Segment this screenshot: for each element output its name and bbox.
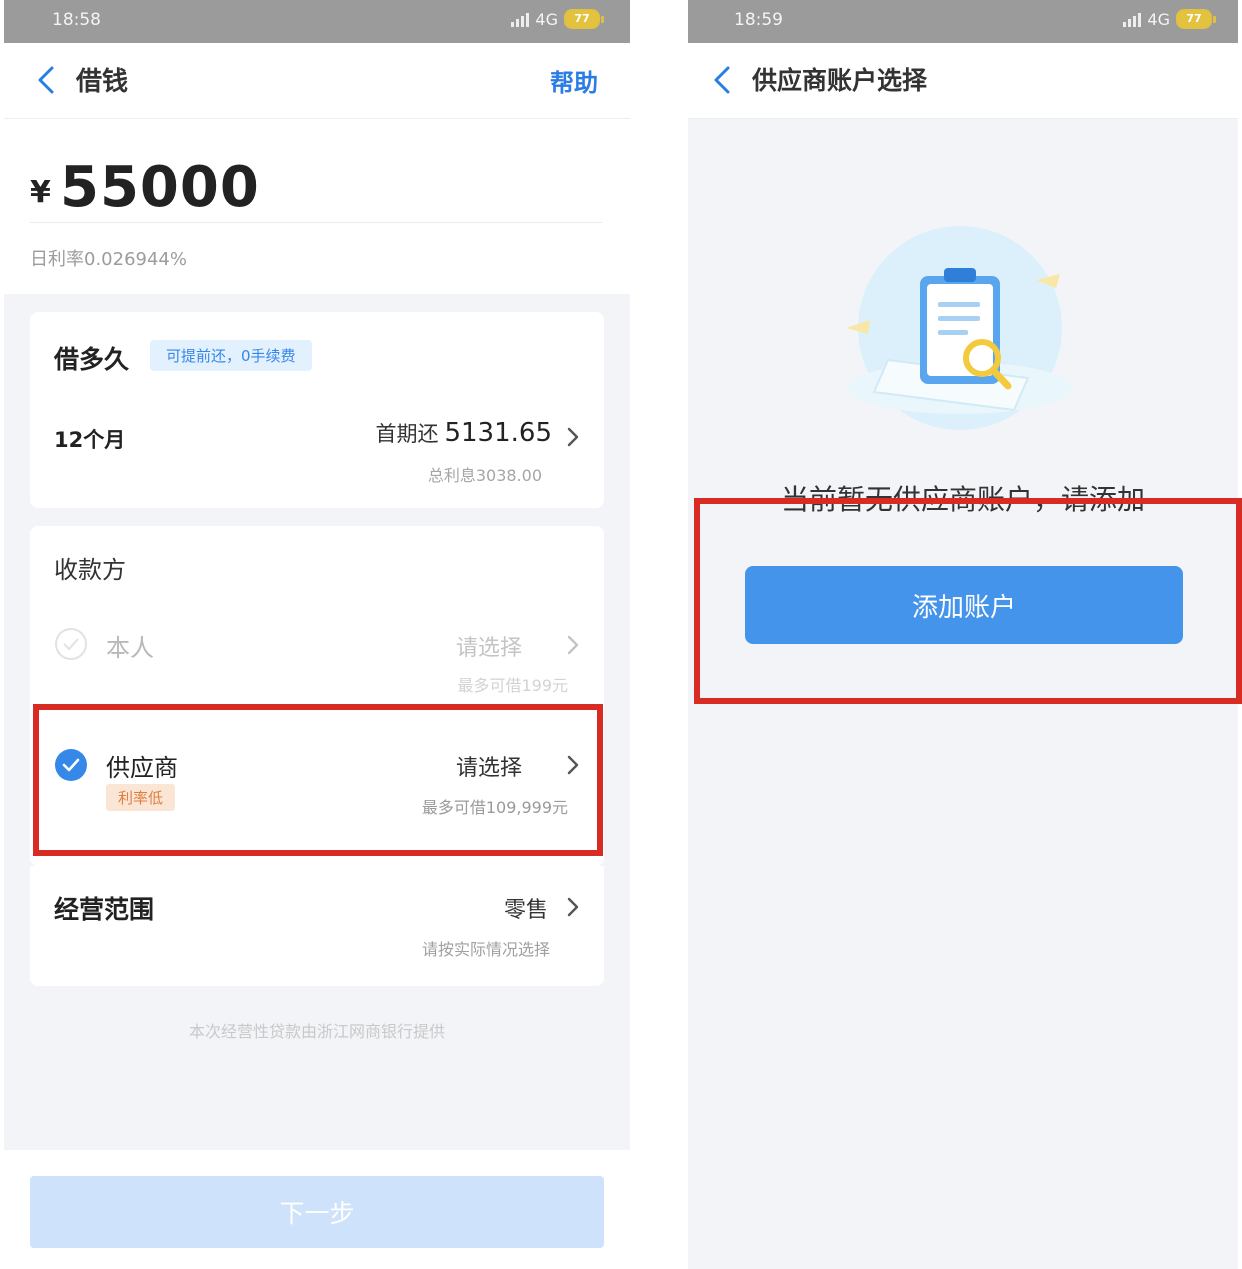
- term-value: 12个月: [54, 428, 126, 452]
- help-link[interactable]: 帮助: [550, 63, 598, 98]
- page-title: 借钱: [76, 67, 129, 97]
- page-title: 供应商账户选择: [752, 66, 928, 95]
- status-time: 18:58: [52, 10, 101, 30]
- add-account-button[interactable]: 添加账户: [745, 566, 1183, 644]
- daily-rate: 日利率0.026944%: [30, 249, 187, 270]
- battery-icon: 77: [1176, 9, 1216, 29]
- payee-self-select[interactable]: 请选择: [456, 630, 522, 662]
- loan-amount[interactable]: 55000: [60, 155, 260, 220]
- network-type: 4G: [535, 9, 558, 29]
- chevron-right-icon[interactable]: [566, 426, 580, 448]
- nav-bar: 供应商账户选择: [688, 43, 1238, 119]
- provider-note: 本次经营性贷款由浙江网商银行提供: [188, 1022, 445, 1041]
- payee-self-label[interactable]: 本人: [106, 628, 154, 663]
- chevron-right-icon[interactable]: [566, 754, 580, 776]
- prepay-badge: 可提前还，0手续费: [150, 340, 312, 371]
- network-type: 4G: [1147, 9, 1170, 29]
- empty-state-text: 当前暂无供应商账户，请添加: [780, 483, 1145, 516]
- payee-title: 收款方: [54, 556, 126, 584]
- scope-hint: 请按实际情况选择: [421, 940, 550, 959]
- supplier-account-screen: 18:59 4G 77 供应商账户选择 当前暂无供应商账户，请添加 添加账户: [688, 0, 1238, 1269]
- battery-icon: 77: [564, 9, 604, 29]
- scope-card[interactable]: 经营范围 零售 请按实际情况选择: [30, 866, 604, 986]
- divider: [30, 222, 602, 223]
- status-time: 18:59: [734, 10, 783, 30]
- first-payment-label: 首期还: [375, 422, 439, 446]
- term-card[interactable]: 借多久 可提前还，0手续费 12个月 首期还 5131.65 总利息3038.0…: [30, 312, 604, 508]
- next-step-button[interactable]: 下一步: [30, 1176, 604, 1248]
- total-interest: 总利息3038.00: [427, 466, 542, 485]
- battery-level: 77: [1176, 9, 1212, 29]
- payee-supplier-label[interactable]: 供应商: [106, 748, 178, 783]
- amount-section[interactable]: ¥ 55000 日利率0.026944%: [4, 119, 630, 294]
- status-bar: 18:59 4G 77: [688, 0, 1238, 43]
- term-title: 借多久: [54, 345, 130, 374]
- payee-supplier-select[interactable]: 请选择: [456, 750, 522, 782]
- payee-self-max: 最多可借199元: [457, 676, 568, 695]
- check-circle-icon[interactable]: [54, 627, 88, 661]
- status-bar: 18:58 4G 77: [4, 0, 630, 43]
- bottom-bar: 下一步: [4, 1150, 630, 1269]
- loan-screen: 18:58 4G 77 借钱 帮助 ¥ 55000 日利率0.026944% 借…: [4, 0, 630, 1269]
- chevron-right-icon[interactable]: [566, 896, 580, 918]
- signal-icon: [1123, 11, 1142, 27]
- signal-icon: [511, 11, 530, 27]
- back-chevron-icon[interactable]: [34, 65, 60, 95]
- payee-card: 收款方 本人 请选择 最多可借199元 供应商 利率低 请选择 最多可借109,…: [30, 526, 604, 866]
- nav-bar: 借钱 帮助: [4, 43, 630, 119]
- scope-title: 经营范围: [54, 895, 155, 924]
- chevron-right-icon[interactable]: [566, 634, 580, 656]
- first-payment-value: 5131.65: [444, 418, 552, 448]
- check-circle-icon[interactable]: [54, 748, 88, 782]
- currency-symbol: ¥: [30, 175, 51, 210]
- scope-value[interactable]: 零售: [504, 892, 548, 924]
- clipboard-search-icon: [846, 226, 1072, 430]
- battery-level: 77: [564, 9, 600, 29]
- low-rate-tag: 利率低: [106, 784, 176, 811]
- payee-supplier-max: 最多可借109,999元: [421, 798, 568, 817]
- back-chevron-icon[interactable]: [710, 65, 736, 95]
